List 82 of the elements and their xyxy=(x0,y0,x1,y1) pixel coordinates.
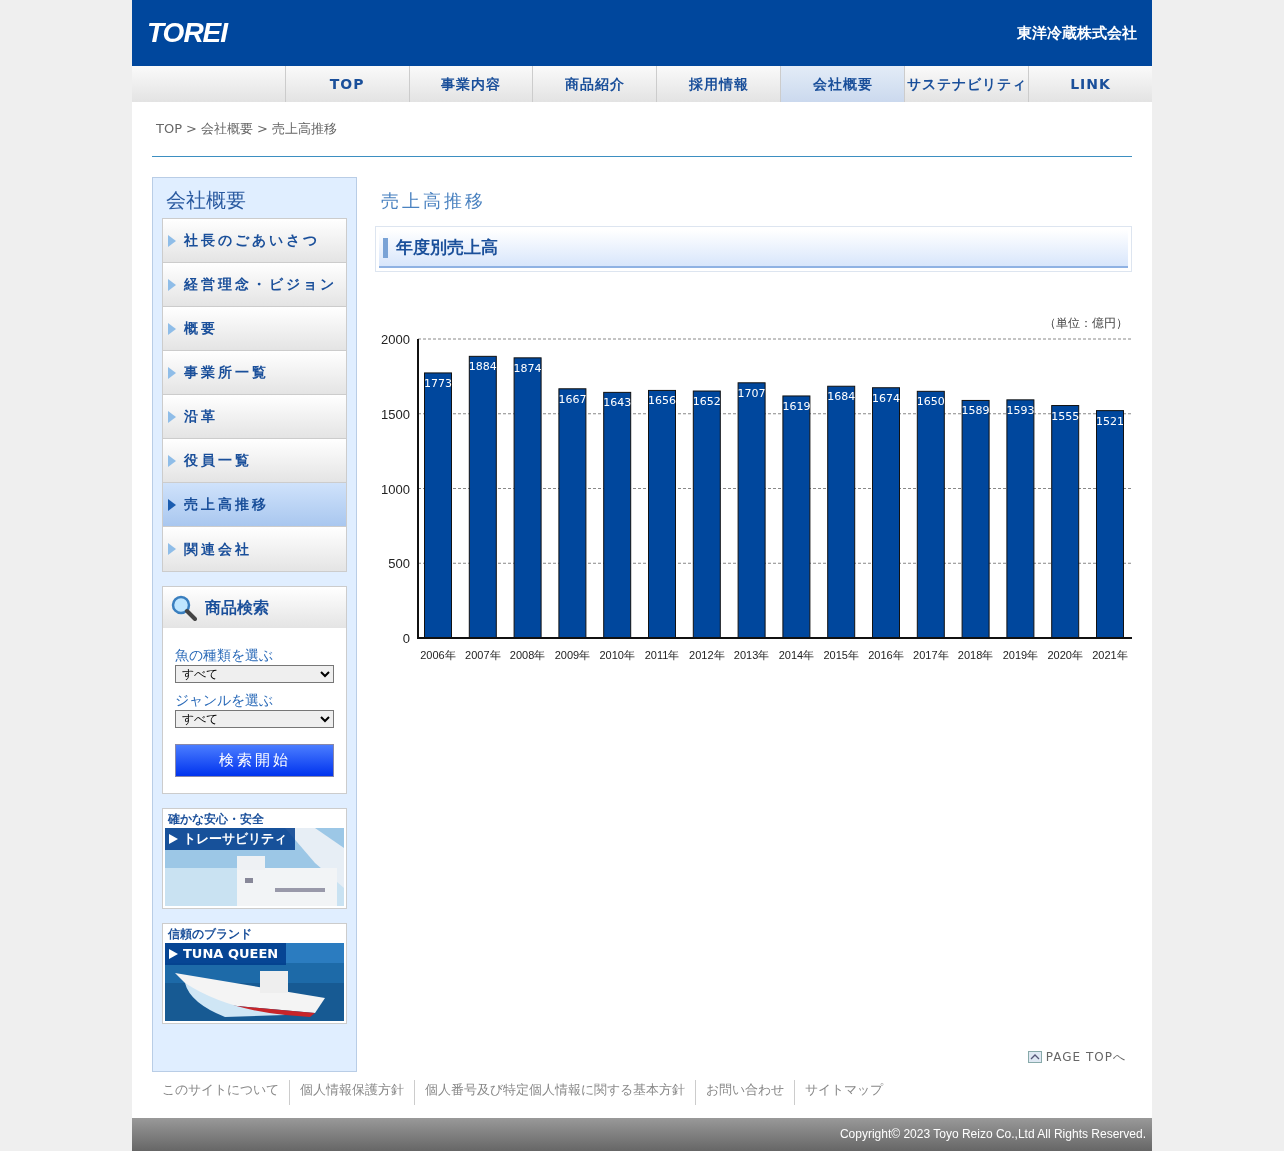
breadcrumb-link[interactable]: TOP xyxy=(156,119,182,139)
banner-caption: 確かな安心・安全 xyxy=(166,811,265,828)
axis-tick-label: 500 xyxy=(388,556,410,572)
search-icon xyxy=(171,594,197,621)
logo[interactable]: TOREI xyxy=(147,17,228,49)
axis-tick-label: 2013年 xyxy=(733,649,770,661)
axis-tick-label: 2017年 xyxy=(913,649,949,661)
breadcrumb-link[interactable]: 会社概要 xyxy=(200,119,253,139)
company-name: 東洋冷蔵株式会社 xyxy=(1017,22,1137,44)
select-field[interactable]: すべて xyxy=(175,665,334,683)
banner-label: TUNA QUEEN xyxy=(165,943,287,965)
triangle-icon xyxy=(168,543,176,555)
axis-tick-label: 2012年 xyxy=(689,649,725,661)
page-top-link[interactable]: PAGE TOPへ xyxy=(1027,1048,1126,1066)
axis-tick-label: 2020年 xyxy=(1047,649,1083,661)
axis-tick-label: 2011年 xyxy=(644,649,680,661)
axis-tick-label: 2021年 xyxy=(1092,649,1128,661)
data-label: 1667 xyxy=(558,392,587,406)
axis-tick-label: 2014年 xyxy=(778,649,815,661)
footer-link[interactable]: このサイトについて xyxy=(152,1080,289,1105)
axis-tick-label: 0 xyxy=(402,631,410,646)
data-label: 1707 xyxy=(737,386,766,400)
footer-link[interactable]: 個人情報保護方針 xyxy=(289,1080,414,1105)
section-title: 年度別売上高 xyxy=(396,236,498,260)
triangle-icon xyxy=(168,322,176,335)
axis-tick-label: 2000 xyxy=(381,332,410,347)
data-label: 1555 xyxy=(1051,409,1080,423)
banner-label: トレーサビリティ xyxy=(165,828,295,850)
banner[interactable]: 信頼のブランド TUNA QUEEN xyxy=(162,923,347,1024)
field-label: 魚の種類を選ぶ xyxy=(175,646,274,664)
axis-tick-label: 2018年 xyxy=(957,649,994,661)
sidebar-item[interactable]: 売上高推移 xyxy=(163,483,346,527)
accent-bar xyxy=(383,238,388,258)
data-label: 1589 xyxy=(961,404,990,418)
breadcrumb-current: 売上高推移 xyxy=(271,120,337,139)
data-label: 1521 xyxy=(1096,414,1124,428)
footer-link[interactable]: 個人番号及び特定個人情報に関する基本方針 xyxy=(414,1080,695,1105)
arrow-up-icon xyxy=(1027,1051,1042,1063)
axis-tick-label: 2019年 xyxy=(1002,649,1039,661)
axis-tick-label: 2008年 xyxy=(509,649,546,661)
select-field[interactable]: すべて xyxy=(175,710,334,728)
triangle-icon xyxy=(169,948,178,959)
data-label: 1652 xyxy=(692,395,721,409)
nav-tab[interactable]: 会社概要 xyxy=(780,66,905,102)
footer-link[interactable]: サイトマップ xyxy=(794,1080,893,1105)
breadcrumb-separator: > xyxy=(186,120,197,139)
data-label: 1643 xyxy=(603,396,632,410)
banner-caption: 信頼のブランド xyxy=(166,926,253,943)
data-label: 1593 xyxy=(1006,403,1035,417)
footer-link[interactable]: お問い合わせ xyxy=(695,1080,794,1105)
axis-tick-label: 1000 xyxy=(381,481,410,497)
axis-tick-label: 2010年 xyxy=(599,649,635,661)
axis-tick-label: 2016年 xyxy=(868,649,904,661)
breadcrumb-separator: > xyxy=(256,120,268,139)
data-label: 1884 xyxy=(468,360,497,374)
triangle-icon xyxy=(169,833,178,844)
unit-label: （単位：億円） xyxy=(1044,316,1128,330)
axis-tick-label: 1500 xyxy=(381,406,410,422)
triangle-icon xyxy=(168,234,176,247)
triangle-icon xyxy=(168,454,176,467)
triangle-icon xyxy=(168,278,176,291)
banner[interactable]: 確かな安心・安全 トレーサビリティ xyxy=(162,808,347,909)
page-title: 売上高推移 xyxy=(381,189,487,213)
search-button[interactable]: 検索開始 xyxy=(175,744,334,777)
data-label: 1684 xyxy=(827,390,856,404)
copyright: Copyright© 2023 Toyo Reizo Co.,Ltd All Rights Reserved. xyxy=(132,1118,1152,1151)
axis-tick-label: 2006年 xyxy=(420,649,456,661)
sidebar-title: 会社概要 xyxy=(166,188,247,212)
data-label: 1650 xyxy=(916,395,945,409)
data-label: 1773 xyxy=(424,376,452,390)
search-title: 商品検索 xyxy=(205,596,269,619)
axis-tick-label: 2007年 xyxy=(465,649,501,661)
data-label: 1874 xyxy=(513,361,542,375)
data-label: 1619 xyxy=(782,399,811,413)
axis-tick-label: 2015年 xyxy=(823,649,859,661)
axis-tick-label: 2009年 xyxy=(554,649,591,661)
triangle-icon xyxy=(168,410,176,423)
data-label: 1656 xyxy=(648,394,676,408)
triangle-icon xyxy=(168,366,176,379)
data-label: 1674 xyxy=(872,391,900,405)
field-label: ジャンルを選ぶ xyxy=(175,691,274,709)
triangle-icon xyxy=(168,498,176,511)
